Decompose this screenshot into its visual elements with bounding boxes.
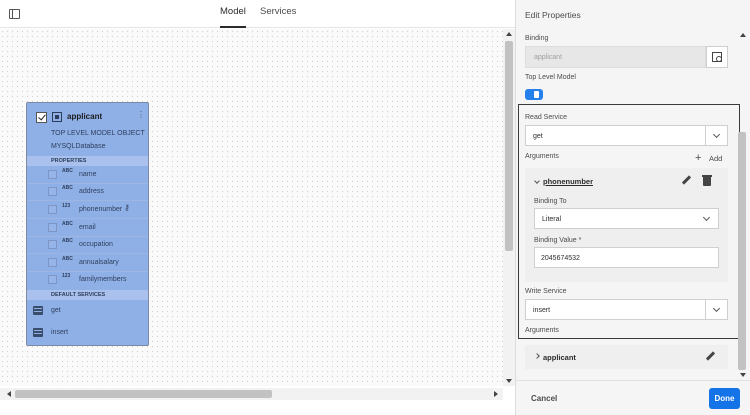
property-checkbox[interactable] — [48, 258, 57, 267]
number-type-icon: 123 — [62, 203, 71, 209]
edit-pencil-icon[interactable] — [705, 352, 715, 362]
done-button[interactable]: Done — [709, 388, 740, 409]
model-title: applicant — [67, 112, 103, 121]
tab-model[interactable]: Model — [220, 6, 246, 28]
property-row[interactable]: ABC address — [27, 184, 148, 201]
binding-value-input[interactable]: 2045674532 — [534, 247, 719, 268]
edit-pencil-icon[interactable] — [681, 176, 691, 186]
argument-name[interactable]: phonenumber — [543, 177, 593, 186]
chevron-down-icon[interactable] — [705, 300, 727, 319]
model-canvas[interactable]: applicant ⋮ TOP LEVEL MODEL OBJECT MYSQL… — [0, 29, 503, 386]
more-menu-icon[interactable]: ⋮ — [137, 110, 145, 119]
tab-services[interactable]: Services — [260, 6, 296, 17]
chevron-down-icon[interactable] — [696, 209, 718, 228]
arguments-label: Arguments — [525, 327, 559, 334]
property-checkbox[interactable] — [48, 240, 57, 249]
binding-value-label: Binding Value * — [534, 237, 582, 244]
text-type-icon: ABC — [62, 168, 73, 174]
scroll-up-arrow-icon[interactable] — [740, 33, 746, 37]
sidebar-toggle-icon[interactable] — [9, 9, 20, 19]
property-name: name — [79, 171, 97, 178]
scroll-down-arrow-icon[interactable] — [740, 373, 746, 377]
binding-browse-button[interactable] — [706, 46, 728, 68]
scroll-down-arrow-icon[interactable] — [506, 379, 512, 383]
number-type-icon: 123 — [62, 273, 71, 279]
argument-card: applicant — [525, 345, 728, 369]
read-service-value: get — [533, 133, 543, 140]
binding-to-select[interactable]: Literal — [534, 208, 719, 229]
default-services-header: DEFAULT SERVICES — [27, 290, 148, 300]
scroll-right-arrow-icon[interactable] — [494, 391, 498, 397]
property-name: annualsalary — [79, 259, 119, 266]
service-name: get — [51, 307, 61, 314]
panel-footer: Cancel Done — [516, 380, 750, 415]
property-row[interactable]: 123 phonenumber ⚷ — [27, 202, 148, 219]
property-name: occupation — [79, 241, 113, 248]
arguments-label: Arguments — [525, 153, 559, 160]
horizontal-scroll-thumb[interactable] — [15, 390, 272, 398]
property-row[interactable]: 123 familymembers — [27, 272, 148, 289]
binding-label: Binding — [525, 35, 549, 42]
canvas-vertical-scrollbar[interactable] — [503, 29, 515, 386]
text-type-icon: ABC — [62, 238, 73, 244]
text-type-icon: ABC — [62, 221, 73, 227]
property-checkbox[interactable] — [48, 223, 57, 232]
service-row[interactable]: insert — [27, 325, 148, 343]
properties-header: PROPERTIES — [27, 156, 148, 166]
property-name: email — [79, 224, 96, 231]
service-icon — [33, 306, 43, 315]
model-subtitle: TOP LEVEL MODEL OBJECT — [51, 130, 145, 137]
write-service-select[interactable]: insert — [525, 299, 728, 320]
text-type-icon: ABC — [62, 185, 73, 191]
service-icon — [33, 328, 43, 337]
read-service-label: Read Service — [525, 114, 568, 121]
primary-key-icon: ⚷ — [124, 203, 130, 212]
property-row[interactable]: ABC annualsalary — [27, 255, 148, 272]
property-checkbox[interactable] — [48, 170, 57, 179]
property-checkbox[interactable] — [48, 187, 57, 196]
write-service-value: insert — [533, 307, 551, 314]
model-select-checkbox[interactable] — [36, 112, 47, 123]
property-name: phonenumber — [79, 206, 123, 213]
service-row[interactable]: get — [27, 303, 148, 321]
property-row[interactable]: ABC occupation — [27, 237, 148, 254]
property-checkbox[interactable] — [48, 275, 57, 284]
write-service-label: Write Service — [525, 288, 567, 295]
delete-trash-icon[interactable] — [702, 175, 712, 186]
top-level-model-label: Top Level Model — [525, 74, 576, 81]
model-object-icon — [52, 112, 62, 122]
property-name: familymembers — [79, 276, 127, 283]
vertical-scroll-thumb[interactable] — [505, 41, 513, 251]
chevron-down-icon[interactable] — [705, 126, 727, 145]
model-card[interactable]: applicant ⋮ TOP LEVEL MODEL OBJECT MYSQL… — [26, 102, 149, 346]
property-checkbox[interactable] — [48, 205, 57, 214]
read-service-select[interactable]: get — [525, 125, 728, 146]
chevron-right-icon[interactable] — [534, 353, 540, 359]
chevron-down-icon[interactable] — [534, 178, 540, 184]
argument-name[interactable]: applicant — [543, 353, 576, 362]
property-row[interactable]: ABC name — [27, 167, 148, 184]
scroll-left-arrow-icon[interactable] — [7, 391, 11, 397]
binding-field[interactable]: applicant — [525, 46, 706, 68]
add-argument-button[interactable]: Add — [709, 154, 722, 163]
panel-scroll-thumb[interactable] — [738, 132, 746, 370]
add-icon[interactable]: + — [695, 152, 701, 164]
top-bar: Model Services — [0, 0, 515, 28]
top-level-model-toggle[interactable] — [525, 89, 543, 100]
cancel-button[interactable]: Cancel — [531, 394, 557, 403]
argument-card: phonenumber Binding To Literal Binding V… — [525, 168, 728, 282]
scroll-up-arrow-icon[interactable] — [506, 32, 512, 36]
model-database: MYSQLDatabase — [51, 143, 106, 150]
browse-icon — [712, 52, 722, 62]
panel-title: Edit Properties — [525, 10, 581, 20]
edit-properties-panel: Edit Properties Binding applicant Top Le… — [515, 0, 750, 415]
property-row[interactable]: ABC email — [27, 220, 148, 237]
property-name: address — [79, 188, 104, 195]
text-type-icon: ABC — [62, 256, 73, 262]
service-name: insert — [51, 329, 69, 336]
canvas-horizontal-scrollbar[interactable] — [0, 388, 503, 400]
binding-to-label: Binding To — [534, 198, 567, 205]
binding-to-value: Literal — [542, 216, 562, 223]
